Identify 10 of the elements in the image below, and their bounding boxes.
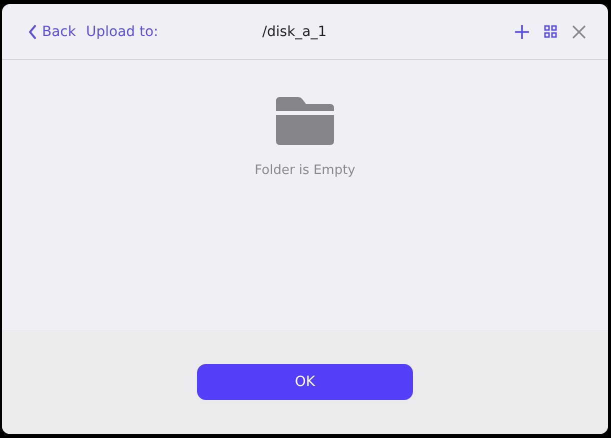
ok-button[interactable]: OK [197,364,413,400]
path-label: /disk_a_1 [262,24,327,40]
chevron-left-icon [28,24,37,38]
grid-icon[interactable] [544,25,557,38]
close-icon[interactable] [572,24,586,38]
folder-icon [276,97,334,145]
empty-message: Folder is Empty [254,163,356,178]
upload-label: Upload to: [86,24,158,40]
back-button[interactable]: Back [28,24,76,40]
add-icon[interactable] [515,24,529,38]
